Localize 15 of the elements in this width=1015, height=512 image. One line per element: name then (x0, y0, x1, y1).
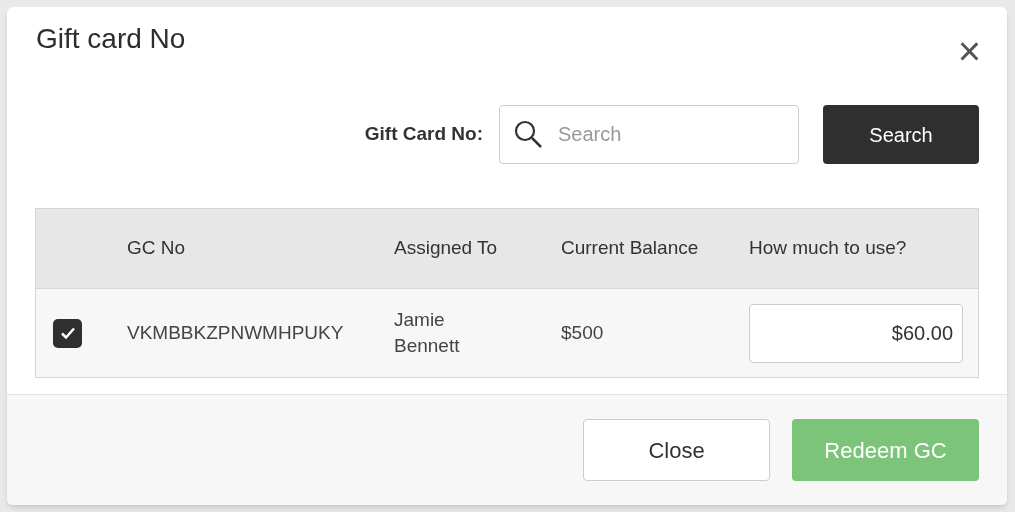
checkbox[interactable] (53, 318, 82, 348)
column-header: Current Balance (561, 237, 699, 259)
column-header: How much to use? (749, 237, 907, 259)
field-label: Gift Card No: (364, 122, 483, 147)
amount-field[interactable]: $60.00 (749, 303, 963, 363)
table-cell: $500 (561, 321, 604, 343)
search-icon (513, 119, 543, 149)
close-button[interactable]: Close (583, 419, 770, 481)
search-button[interactable]: Search (823, 105, 979, 164)
dialog-title: Gift card No (36, 23, 186, 55)
table-cell: VKMBBKZPNWMHPUKY (127, 321, 344, 343)
column-header: GC No (127, 237, 186, 259)
search-field[interactable]: Search (499, 105, 799, 164)
column-header: Assigned To (394, 237, 498, 259)
table-cell: Jamie Bennett (394, 309, 460, 356)
